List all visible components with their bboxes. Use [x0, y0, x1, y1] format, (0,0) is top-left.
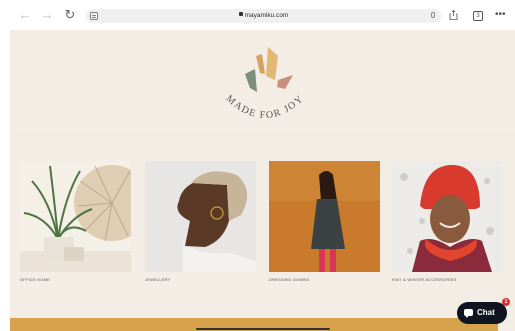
office-home-image[interactable]: [20, 161, 131, 272]
chat-label: Chat: [477, 308, 495, 317]
back-button[interactable]: ←: [18, 8, 32, 22]
web-page: MADE FOR JOY OFFICE HOME JEWELLERY DRESS…: [10, 30, 515, 331]
url-display[interactable]: mayamiku.com: [86, 10, 441, 22]
product-label-jewellery[interactable]: JEWELLERY: [145, 277, 171, 282]
product-label-dressing-gowns[interactable]: DRESSING GOWNS: [269, 277, 309, 282]
tabs-button[interactable]: 3: [473, 11, 483, 21]
reload-button[interactable]: ↻: [63, 8, 77, 22]
footer-banner: [10, 318, 498, 331]
home-indicator: [196, 328, 330, 330]
product-label-knit-winter-accessories[interactable]: KNIT & WINTER ACCESSORIES: [392, 277, 457, 282]
svg-text:MADE FOR JOY: MADE FOR JOY: [224, 93, 307, 121]
browser-toolbar: ← → ↻ mayamiku.com 3 •••: [0, 0, 515, 30]
share-icon[interactable]: [449, 10, 458, 20]
product-card-dressing-gowns[interactable]: [269, 161, 380, 272]
jewellery-image[interactable]: [145, 161, 256, 272]
url-text: mayamiku.com: [244, 12, 289, 19]
chat-button[interactable]: Chat: [457, 302, 507, 324]
microphone-icon[interactable]: [431, 12, 435, 18]
product-label-office-home[interactable]: OFFICE HOME: [20, 277, 50, 282]
product-card-office-home[interactable]: [20, 161, 131, 272]
knit-winter-accessories-image[interactable]: [392, 161, 503, 272]
chat-bubble-icon: [464, 309, 473, 318]
address-bar[interactable]: mayamiku.com: [86, 9, 441, 23]
dressing-gowns-image[interactable]: [269, 161, 380, 272]
lock-icon: [238, 12, 243, 16]
product-card-knit-winter-accessories[interactable]: [392, 161, 503, 272]
forward-button[interactable]: →: [40, 8, 54, 22]
product-card-jewellery[interactable]: [145, 161, 256, 272]
brand-name: MADE FOR JOY: [224, 93, 307, 121]
chat-notification-badge: 1: [502, 298, 510, 306]
section-divider: [10, 135, 515, 136]
brand-name-text: MADE FOR JOY: [224, 93, 305, 121]
more-options-button[interactable]: •••: [495, 9, 506, 20]
